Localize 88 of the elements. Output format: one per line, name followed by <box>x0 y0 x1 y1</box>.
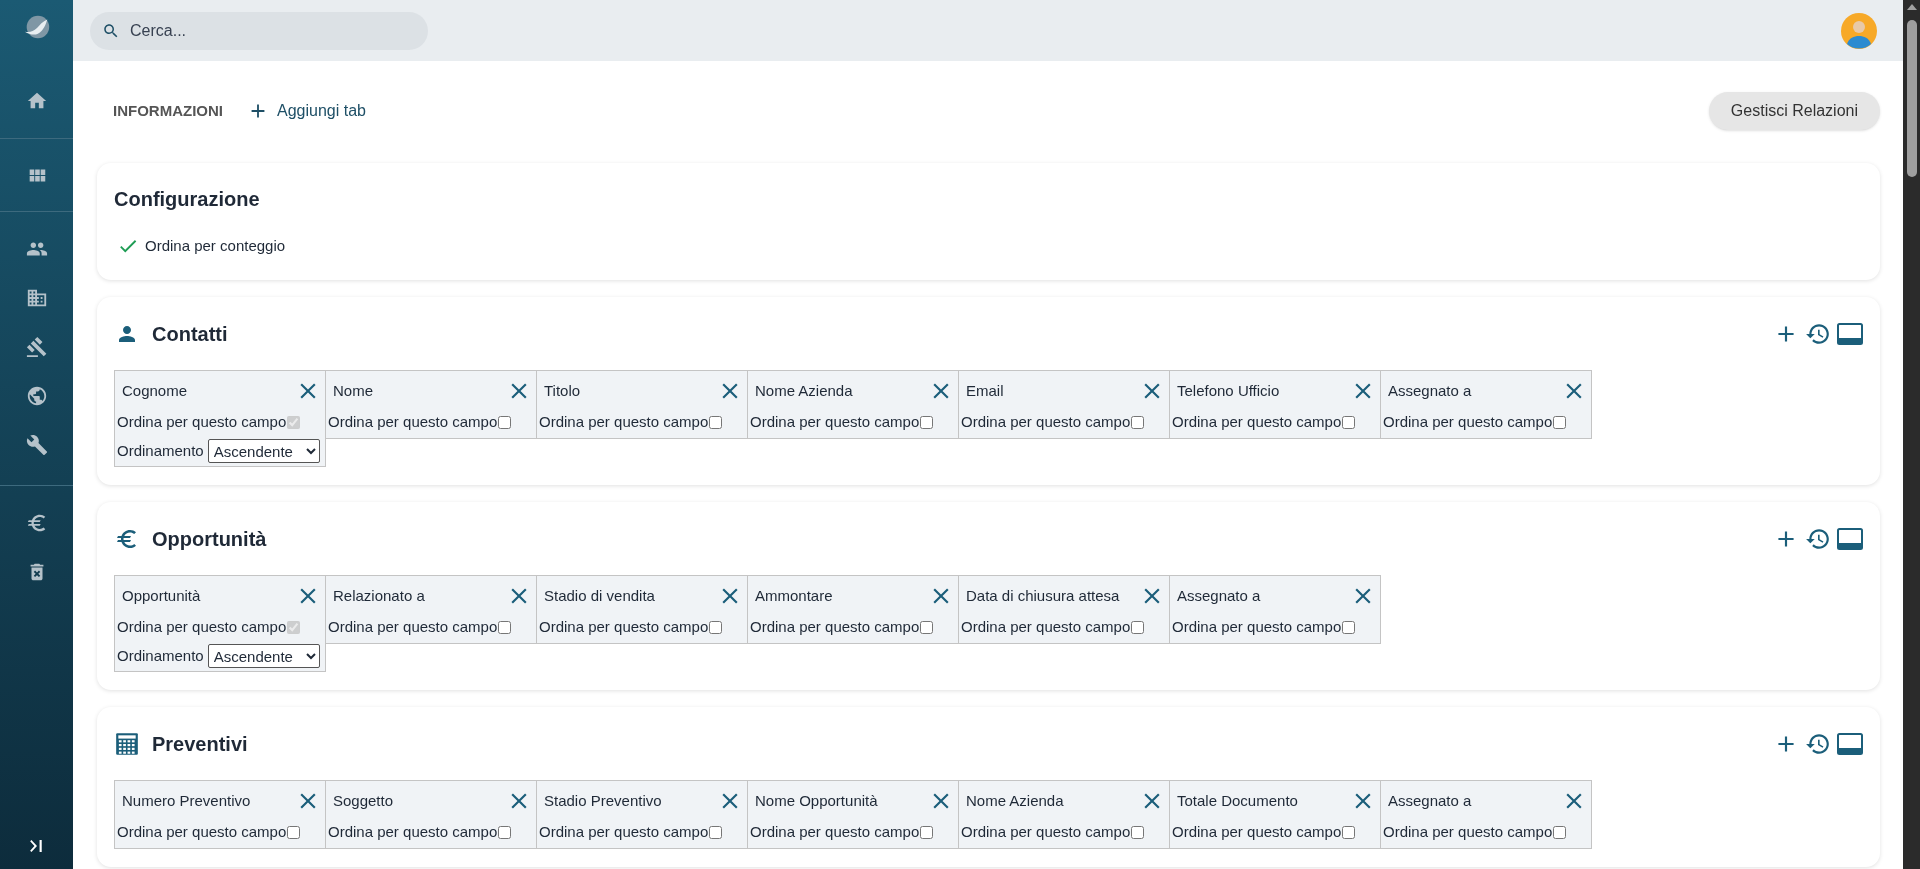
column-name: Stadio Preventivo <box>544 790 662 811</box>
option-label: Ordina per conteggio <box>145 236 286 256</box>
sort-checkbox[interactable] <box>1342 415 1356 429</box>
section-title: Contatti <box>152 322 228 347</box>
sort-checkbox[interactable] <box>1342 825 1356 839</box>
sort-checkbox[interactable] <box>1131 415 1145 429</box>
tab[interactable]: INFORMAZIONI <box>113 99 223 123</box>
column-name: Cognome <box>122 380 188 401</box>
sort-label: Ordina per questo campo <box>117 411 287 432</box>
sort-label: Ordina per questo campo <box>539 821 709 842</box>
sort-label: Ordina per questo campo <box>328 411 498 432</box>
monitor-icon[interactable] <box>1837 733 1863 755</box>
column-name: Stadio di vendita <box>544 585 655 606</box>
sort-checkbox[interactable] <box>709 415 723 429</box>
sort-checkbox[interactable] <box>287 825 301 839</box>
scrollbar-thumb[interactable] <box>1906 20 1917 177</box>
sort-label: Ordina per questo campo <box>539 616 709 637</box>
collapse-icon[interactable] <box>29 840 44 852</box>
calculator-icon <box>114 731 140 757</box>
column-name: Nome Azienda <box>966 790 1064 811</box>
column-name: Assegnato a <box>1177 585 1261 606</box>
sort-label: Ordina per questo campo <box>750 616 920 637</box>
sort-checkbox[interactable] <box>709 620 723 634</box>
column-name: Titolo <box>544 380 581 401</box>
sort-label: Ordina per questo campo <box>328 616 498 637</box>
sort-checkbox[interactable] <box>498 415 512 429</box>
sort-checkbox[interactable] <box>498 620 512 634</box>
manage-relations-button[interactable]: Gestisci Relazioni <box>1708 92 1880 130</box>
order-select[interactable]: Ascendente <box>207 644 320 668</box>
sort-label: Ordina per questo campo <box>961 821 1131 842</box>
order-label: Ordinamento <box>117 440 204 461</box>
order-select[interactable]: Ascendente <box>207 439 320 463</box>
column-name: Opportunità <box>122 585 201 606</box>
sort-label: Ordina per questo campo <box>961 616 1131 637</box>
monitor-icon[interactable] <box>1837 528 1863 550</box>
order-label: Ordinamento <box>117 645 204 666</box>
sort-checkbox[interactable] <box>498 825 512 839</box>
column-name: Numero Preventivo <box>122 790 251 811</box>
sort-label: Ordina per questo campo <box>1172 821 1342 842</box>
search-field[interactable]: Cerca... <box>90 11 428 50</box>
history-icon[interactable] <box>1805 321 1831 347</box>
sort-checkbox[interactable] <box>1553 825 1567 839</box>
section-title: Preventivi <box>152 732 248 757</box>
column-name: Nome Opportunità <box>755 790 878 811</box>
sort-label: Ordina per questo campo <box>1172 411 1342 432</box>
sort-checkbox[interactable] <box>1553 415 1567 429</box>
card-title: Configurazione <box>114 187 261 212</box>
sort-label: Ordina per questo campo <box>539 411 709 432</box>
gavel-icon[interactable] <box>25 335 48 358</box>
scroll-up-icon[interactable] <box>1906 4 1917 10</box>
sort-checkbox[interactable] <box>920 825 934 839</box>
sort-checkbox[interactable] <box>1131 825 1145 839</box>
euro-icon <box>115 527 139 551</box>
column-name: Soggetto <box>333 790 394 811</box>
sort-label: Ordina per questo campo <box>117 616 287 637</box>
avatar-icon[interactable] <box>1841 12 1877 49</box>
sort-checkbox[interactable] <box>920 415 934 429</box>
column-name: Nome <box>333 380 373 401</box>
sort-label: Ordina per questo campo <box>750 821 920 842</box>
column-name: Assegnato a <box>1388 790 1472 811</box>
column-name: Email <box>966 380 1004 401</box>
history-icon[interactable] <box>1805 731 1831 757</box>
sort-checkbox[interactable] <box>709 825 723 839</box>
column-name: Totale Documento <box>1177 790 1298 811</box>
scrollbar[interactable] <box>1903 0 1920 869</box>
search-icon <box>102 21 120 40</box>
sort-label: Ordina per questo campo <box>961 411 1131 432</box>
history-icon[interactable] <box>1805 526 1831 552</box>
section-title: Opportunità <box>152 527 267 552</box>
sort-label: Ordina per questo campo <box>1383 411 1553 432</box>
wrench-icon[interactable] <box>25 433 48 456</box>
column-name: Data di chiusura attesa <box>966 585 1120 606</box>
column-name: Assegnato a <box>1388 380 1472 401</box>
globe-icon[interactable] <box>25 384 48 407</box>
column-name: Nome Azienda <box>755 380 853 401</box>
column-name: Relazionato a <box>333 585 425 606</box>
column-name: Ammontare <box>755 585 833 606</box>
add-tab-button[interactable]: Aggiungi tab <box>247 99 366 123</box>
sort-checkbox[interactable] <box>1342 620 1356 634</box>
sort-checkbox[interactable] <box>1131 620 1145 634</box>
sort-label: Ordina per questo campo <box>117 821 287 842</box>
sort-checkbox[interactable] <box>920 620 934 634</box>
sort-label: Ordina per questo campo <box>1172 616 1342 637</box>
column-name: Telefono Ufficio <box>1177 380 1280 401</box>
sort-label: Ordina per questo campo <box>750 411 920 432</box>
monitor-icon[interactable] <box>1837 323 1863 345</box>
sort-label: Ordina per questo campo <box>328 821 498 842</box>
sort-label: Ordina per questo campo <box>1383 821 1553 842</box>
